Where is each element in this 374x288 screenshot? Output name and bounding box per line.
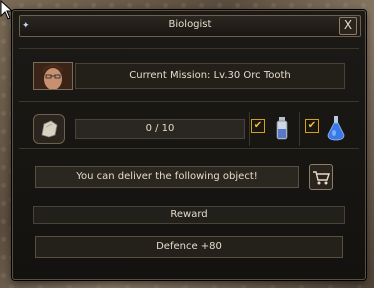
deliver-message: You can deliver the following object! <box>35 166 299 188</box>
reward-value: Defence +80 <box>35 236 343 258</box>
cart-icon <box>313 171 330 185</box>
cart-button[interactable] <box>309 164 333 190</box>
mission-name: Lv.30 Orc Tooth <box>213 70 291 81</box>
mission-label: Current Mission: <box>129 70 211 81</box>
tooth-item-slot[interactable] <box>33 114 65 144</box>
window-title: Biologist <box>168 19 212 30</box>
divider <box>249 112 250 146</box>
current-mission-box: Current Mission: Lv.30 Orc Tooth <box>75 63 345 89</box>
small-potion-icon <box>276 117 288 140</box>
item-progress: 0 / 10 <box>75 119 245 139</box>
npc-portrait <box>33 62 73 90</box>
npc-dialog-window: ✦ Biologist X Current Mission: Lv.30 Orc… <box>12 10 366 280</box>
close-button[interactable]: X <box>339 17 357 35</box>
reward-checkbox[interactable]: ✔ <box>305 119 319 133</box>
divider <box>19 148 359 149</box>
reward-header: Reward <box>33 206 345 224</box>
title-bar[interactable]: ✦ Biologist X <box>19 15 361 37</box>
divider <box>299 112 300 146</box>
divider <box>19 101 359 102</box>
reward-checkbox[interactable]: ✔ <box>251 119 265 133</box>
divider <box>19 48 359 49</box>
tooth-item-icon <box>41 120 58 138</box>
blue-flask-icon <box>327 116 345 141</box>
